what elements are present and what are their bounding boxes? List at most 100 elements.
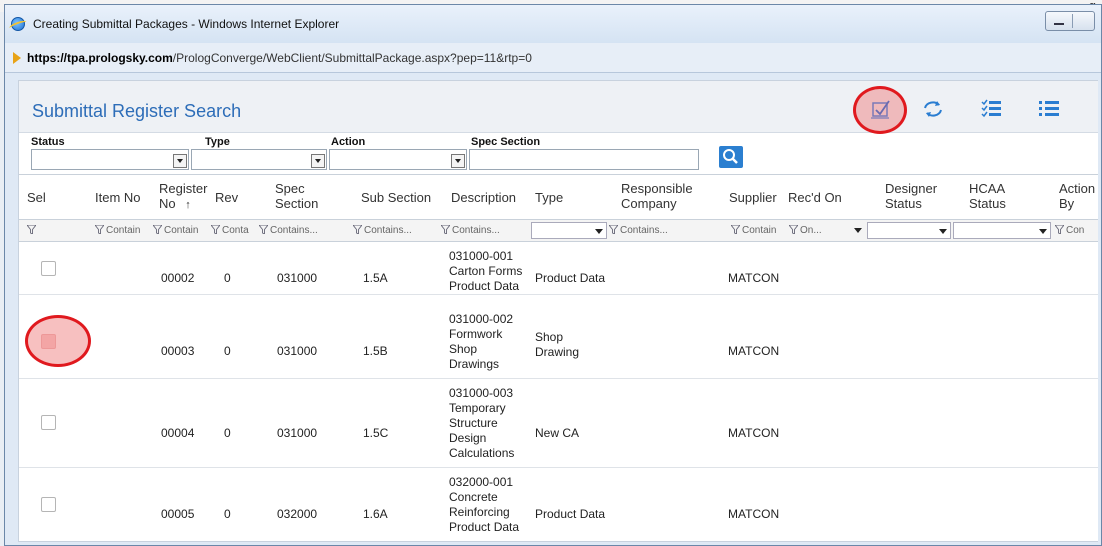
description-line: Temporary	[449, 401, 506, 415]
register-no-filter[interactable]: Contain	[153, 223, 209, 239]
column-header-designer-line2: Status	[885, 196, 922, 211]
list-icon[interactable]	[1035, 97, 1063, 121]
item-no-filter[interactable]: Contain	[95, 223, 151, 239]
column-header-responsible-company[interactable]: Responsible Company	[621, 181, 693, 211]
spec-section-cell: 031000	[277, 426, 318, 440]
action-select[interactable]	[329, 149, 467, 170]
type-filter-dropdown[interactable]	[531, 222, 607, 239]
address-url-path: /PrologConverge/WebClient/SubmittalPacka…	[172, 51, 532, 65]
responsible-filter[interactable]: Contains...	[609, 223, 709, 239]
spec-section-filter[interactable]: Contains...	[259, 223, 351, 239]
responsible-filter-text: Contains...	[620, 225, 668, 236]
column-header-type[interactable]: Type	[535, 190, 563, 205]
search-button[interactable]	[719, 146, 743, 168]
column-header-hcaa-line2: Status	[969, 196, 1006, 211]
address-arrow-icon	[13, 52, 21, 64]
column-header-sub-section[interactable]: Sub Section	[361, 190, 431, 205]
description-line: Design	[449, 431, 487, 445]
table-row[interactable]: 00003 0 031000 1.5B 031000-002 Formwork …	[19, 306, 1098, 379]
column-header-rev[interactable]: Rev	[215, 190, 238, 205]
designer-status-filter-dropdown[interactable]	[867, 222, 951, 239]
supplier-cell: MATCON	[728, 271, 780, 285]
hcaa-status-filter-dropdown[interactable]	[953, 222, 1051, 239]
row-checkbox[interactable]	[41, 261, 56, 276]
window-titlebar[interactable]: Creating Submittal Packages - Windows In…	[5, 5, 1101, 43]
column-header-resp-line1: Responsible	[621, 181, 693, 196]
filter-icon	[609, 225, 618, 234]
table-row[interactable]: 00002 0 031000 1.5A 031000-001 Carton Fo…	[19, 243, 1098, 295]
window-controls-divider	[1072, 14, 1073, 28]
description-line: 031000-001	[449, 249, 514, 263]
dropdown-icon[interactable]	[311, 154, 325, 168]
filter-icon	[27, 225, 36, 234]
action-by-filter[interactable]: Con	[1055, 223, 1099, 239]
spec-section-cell: 031000	[277, 271, 318, 285]
description-line: Product Data	[449, 520, 520, 534]
column-header-register-no-line1: Register	[159, 181, 208, 196]
spec-section-filter-text: Contains...	[270, 225, 318, 236]
column-header-recd-on[interactable]: Rec'd On	[788, 190, 842, 205]
description-line: Shop	[449, 342, 478, 356]
sort-ascending-icon: ↑	[185, 199, 191, 211]
status-filter-label: Status	[31, 136, 65, 148]
select-items-icon[interactable]	[867, 97, 895, 121]
description-line: Product Data	[449, 279, 520, 293]
dropdown-icon[interactable]	[173, 154, 187, 168]
row-checkbox[interactable]	[41, 497, 56, 512]
column-header-description[interactable]: Description	[451, 190, 516, 205]
spec-section-cell: 032000	[277, 507, 318, 521]
register-no-cell: 00004	[161, 426, 195, 440]
address-url[interactable]: https://tpa.prologsky.com/PrologConverge…	[27, 51, 532, 65]
column-header-hcaa-status[interactable]: HCAA Status	[969, 181, 1006, 211]
checklist-icon[interactable]	[977, 97, 1005, 121]
supplier-filter[interactable]: Contain	[731, 223, 787, 239]
recd-on-filter-dropdown[interactable]	[843, 222, 865, 239]
column-header-sel[interactable]: Sel	[27, 190, 46, 205]
description-line: 031000-003	[449, 386, 514, 400]
description-line: Formwork	[449, 327, 503, 341]
supplier-cell: MATCON	[728, 426, 780, 440]
description-cell: 032000-001 Concrete Reinforcing Product …	[449, 475, 519, 535]
table-row[interactable]: 00004 0 031000 1.5C 031000-003 Temporary…	[19, 380, 1098, 468]
window-controls[interactable]	[1045, 11, 1095, 31]
type-cell: Shop Drawing	[535, 330, 579, 360]
table-row[interactable]: 00005 0 032000 1.6A 032000-001 Concrete …	[19, 469, 1098, 543]
column-header-designer-status[interactable]: Designer Status	[885, 181, 937, 211]
refresh-icon[interactable]	[919, 97, 947, 121]
minimize-icon[interactable]	[1054, 23, 1064, 25]
description-line: Concrete	[449, 490, 498, 504]
column-header-supplier[interactable]: Supplier	[729, 190, 777, 205]
column-header-action-line1: Action	[1059, 181, 1096, 196]
status-select[interactable]	[31, 149, 189, 170]
rev-cell: 0	[224, 507, 231, 521]
column-header-spec-line1: Spec	[275, 181, 305, 196]
sub-section-filter[interactable]: Contains...	[353, 223, 439, 239]
sel-filter[interactable]	[27, 223, 38, 239]
spec-section-input[interactable]	[469, 149, 699, 170]
type-select[interactable]	[191, 149, 327, 170]
sub-section-cell: 1.5B	[363, 344, 388, 358]
filter-labels: Status Type Action Spec Section	[19, 134, 1098, 150]
address-bar[interactable]: https://tpa.prologsky.com/PrologConverge…	[5, 43, 1101, 73]
description-line: Drawings	[449, 357, 500, 371]
recd-on-filter-text: On...	[800, 225, 822, 236]
column-header-register-no[interactable]: Register No ↑	[159, 181, 207, 213]
column-header-item-no[interactable]: Item No	[95, 190, 141, 205]
recd-on-filter[interactable]: On...	[789, 223, 841, 239]
sub-section-cell: 1.5A	[363, 271, 388, 285]
column-header-resp-line2: Company	[621, 196, 677, 211]
description-cell: 031000-002 Formwork Shop Drawings	[449, 312, 513, 372]
sub-section-cell: 1.6A	[363, 507, 388, 521]
register-no-cell: 00003	[161, 344, 195, 358]
rev-filter[interactable]: Conta	[211, 223, 259, 239]
column-header-spec-section[interactable]: Spec Section	[275, 181, 318, 211]
column-header-action-by[interactable]: Action By	[1059, 181, 1095, 211]
filter-icon	[153, 225, 162, 234]
column-header-spec-line2: Section	[275, 196, 319, 211]
filter-icon	[731, 225, 740, 234]
sub-section-filter-text: Contains...	[364, 225, 412, 236]
description-filter[interactable]: Contains...	[441, 223, 531, 239]
row-checkbox[interactable]	[41, 415, 56, 430]
description-line: 031000-002	[449, 312, 514, 326]
dropdown-icon[interactable]	[451, 154, 465, 168]
